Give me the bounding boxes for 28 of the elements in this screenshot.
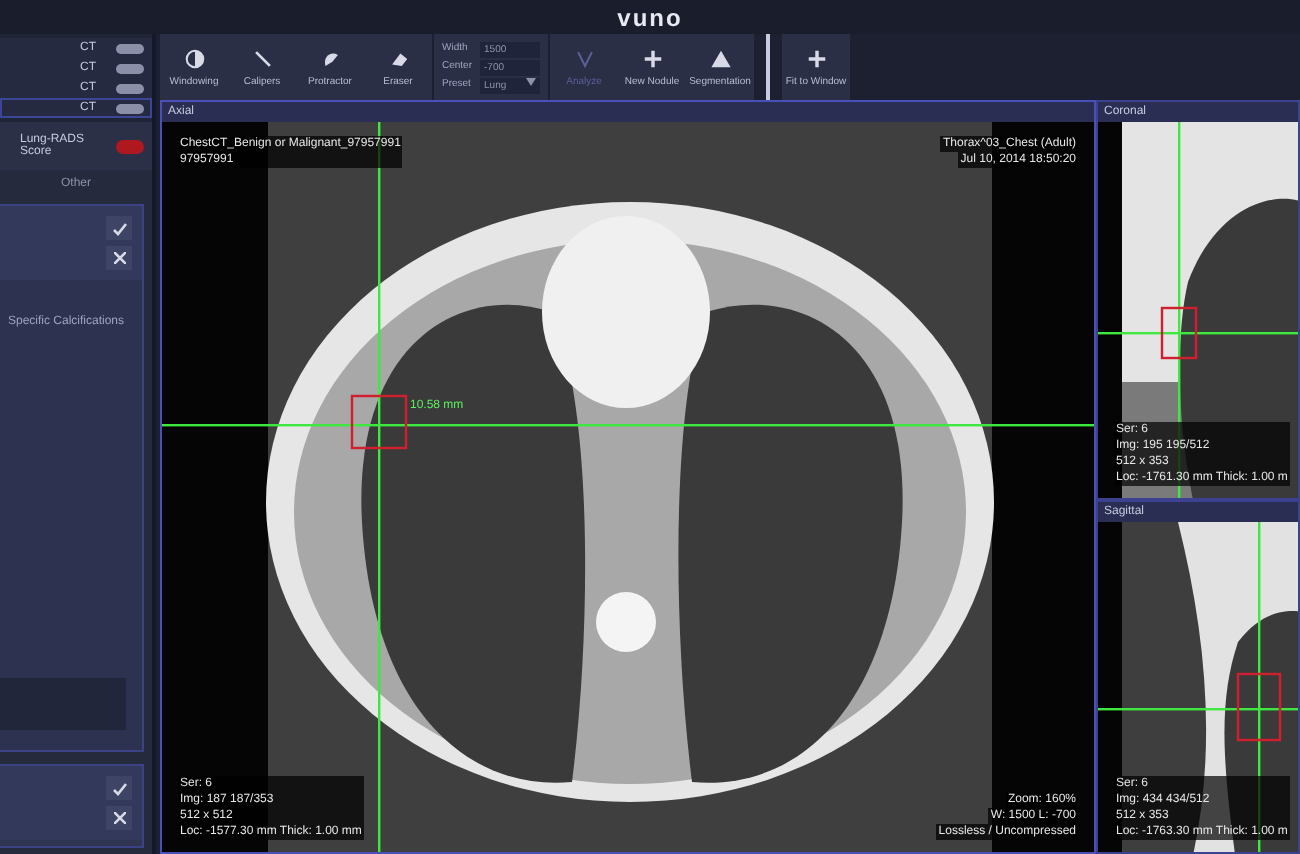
reject-button[interactable] [106,246,132,270]
nodule-marker [350,394,408,450]
check-icon [111,221,127,235]
confirm-button[interactable] [106,216,132,240]
pill-icon [116,83,144,93]
plus-icon [805,47,828,69]
close-icon [113,812,125,824]
crosshair-horizontal-line[interactable] [162,424,1094,427]
pill-icon [116,103,144,113]
app-logo: vuno [617,3,683,31]
score-badge-icon [116,139,144,153]
check-icon [111,781,127,795]
triangle-icon [709,47,732,69]
nodule-marker [1160,306,1198,360]
crosshair-vertical-line[interactable] [378,122,381,852]
analyze-icon [573,47,596,69]
pill-icon [116,63,144,73]
divider-handle[interactable] [766,34,771,100]
nodule-marker [1236,672,1282,742]
crosshair-horizontal-line[interactable] [1098,332,1298,335]
confirm-button[interactable] [106,776,132,800]
close-icon [113,252,125,264]
crosshair-horizontal-line[interactable] [1098,708,1298,711]
pill-icon [116,43,144,53]
windowing-icon [183,47,205,69]
reject-button[interactable] [106,806,132,830]
calipers-icon [251,47,273,69]
plus-icon [641,47,664,69]
